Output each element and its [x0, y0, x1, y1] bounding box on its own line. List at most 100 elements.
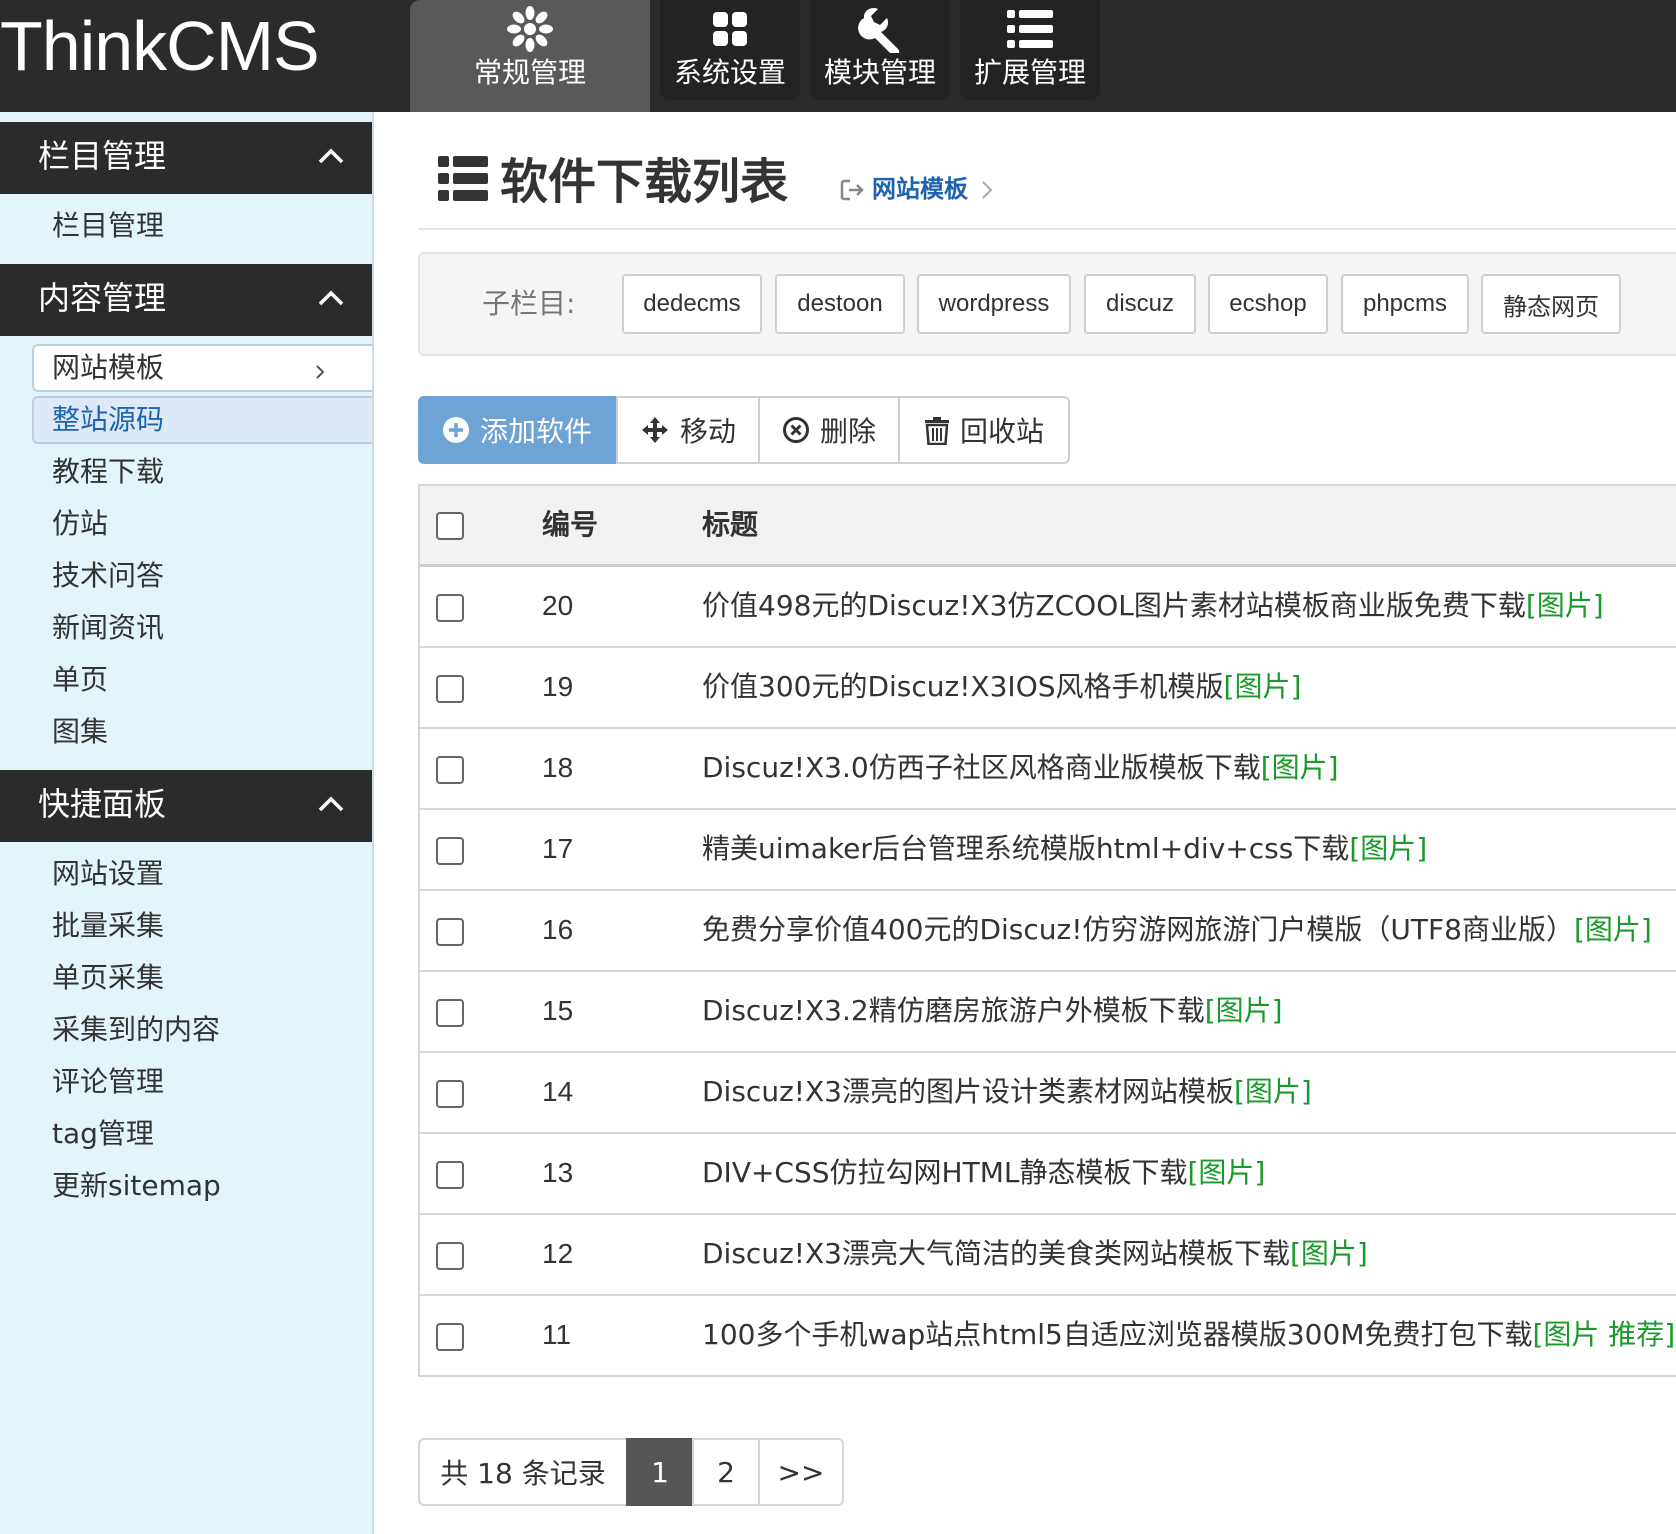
sidebar-item-comments[interactable]: 评论管理 — [52, 1062, 164, 1102]
nav-tab-general[interactable]: 常规管理 — [410, 0, 650, 112]
nav-tab-label: 系统设置 — [673, 56, 786, 89]
subcategory-ecshop[interactable]: ecshop — [1208, 274, 1328, 334]
row-checkbox[interactable] — [436, 1080, 464, 1108]
row-checkbox[interactable] — [436, 1323, 464, 1351]
select-all-checkbox[interactable] — [436, 512, 464, 540]
subcategory-wordpress[interactable]: wordpress — [917, 274, 1071, 334]
sidebar-item-collected-content[interactable]: 采集到的内容 — [52, 1010, 220, 1050]
row-id: 17 — [542, 833, 574, 864]
sidebar-item-column-management[interactable]: 栏目管理 — [52, 206, 164, 246]
sidebar-item-gallery[interactable]: 图集 — [52, 712, 108, 752]
chevron-up-icon — [318, 290, 344, 306]
recycle-bin-button[interactable]: 回收站 — [898, 396, 1070, 464]
row-id: 18 — [542, 752, 574, 783]
row-checkbox[interactable] — [436, 999, 464, 1027]
table-row: 20 价值498元的Discuz!X3仿ZCOOL图片素材站模板商业版免费下载[… — [420, 567, 1676, 648]
chevron-up-icon — [318, 148, 344, 164]
row-id: 15 — [542, 995, 574, 1026]
row-checkbox[interactable] — [436, 675, 464, 703]
row-title-cell: Discuz!X3.2精仿磨房旅游户外模板下载[图片] — [702, 992, 1283, 1030]
sidebar-item-single-collect[interactable]: 单页采集 — [52, 958, 164, 998]
move-arrows-icon — [641, 417, 668, 443]
breadcrumb-link[interactable]: 网站模板 — [872, 172, 968, 206]
section-title: 栏目管理 — [38, 137, 167, 175]
sidebar-item-single-page[interactable]: 单页 — [52, 660, 108, 700]
sidebar-item-tutorials[interactable]: 教程下载 — [52, 452, 164, 492]
subcategory-phpcms[interactable]: phpcms — [1341, 274, 1469, 334]
subcategory-static-pages[interactable]: 静态网页 — [1481, 274, 1621, 334]
table-row: 17 精美uimaker后台管理系统模版html+div+css下载[图片] — [420, 810, 1676, 891]
row-id: 19 — [542, 671, 574, 702]
row-title-link[interactable]: Discuz!X3漂亮的图片设计类素材网站模板 — [702, 1075, 1234, 1108]
row-title-link[interactable]: Discuz!X3漂亮大气简洁的美食类网站模板下载 — [702, 1237, 1290, 1270]
row-checkbox[interactable] — [436, 594, 464, 622]
row-checkbox[interactable] — [436, 1161, 464, 1189]
table-row: 19 价值300元的Discuz!X3IOS风格手机模版[图片] — [420, 648, 1676, 729]
delete-button[interactable]: 删除 — [758, 396, 900, 464]
delete-label: 删除 — [819, 415, 876, 448]
row-title-link[interactable]: Discuz!X3.2精仿磨房旅游户外模板下载 — [702, 994, 1205, 1027]
sidebar-item-tech-qa[interactable]: 技术问答 — [52, 556, 164, 596]
sidebar-section-quick-panel[interactable]: 快捷面板 — [0, 770, 372, 842]
row-title-link[interactable]: 精美uimaker后台管理系统模版html+div+css下载 — [702, 832, 1349, 865]
add-software-button[interactable]: 添加软件 — [418, 396, 616, 464]
table-row: 18 Discuz!X3.0仿西子社区风格商业版模板下载[图片] — [420, 729, 1676, 810]
row-id: 11 — [542, 1319, 572, 1350]
sidebar-item-site-clone[interactable]: 仿站 — [52, 504, 108, 544]
chevron-right-icon — [982, 181, 993, 199]
row-title-link[interactable]: 价值498元的Discuz!X3仿ZCOOL图片素材站模板商业版免费下载 — [702, 589, 1526, 622]
list-icon — [960, 0, 1100, 58]
plus-circle-icon — [442, 417, 469, 443]
subcategory-destoon[interactable]: destoon — [775, 274, 905, 334]
subcategory-discuz[interactable]: discuz — [1084, 274, 1196, 334]
nav-tab-extensions[interactable]: 扩展管理 — [960, 0, 1100, 100]
sidebar-item-tag-management[interactable]: tag管理 — [52, 1114, 154, 1154]
row-title-cell: 价值300元的Discuz!X3IOS风格手机模版[图片] — [702, 668, 1301, 706]
row-title-cell: 免费分享价值400元的Discuz!仿穷游网旅游门户模版（UTF8商业版）[图片… — [702, 911, 1652, 949]
row-id: 13 — [542, 1157, 574, 1188]
table-header: 编号 标题 — [420, 486, 1676, 567]
row-title-cell: DIV+CSS仿拉勾网HTML静态模板下载[图片] — [702, 1154, 1265, 1192]
row-title-link[interactable]: DIV+CSS仿拉勾网HTML静态模板下载 — [702, 1156, 1187, 1189]
sidebar-item-website-templates[interactable]: 网站模板 — [52, 348, 164, 388]
table-row: 13 DIV+CSS仿拉勾网HTML静态模板下载[图片] — [420, 1134, 1676, 1215]
row-title-link[interactable]: 价值300元的Discuz!X3IOS风格手机模版 — [702, 670, 1224, 703]
sidebar-item-batch-collect[interactable]: 批量采集 — [52, 906, 164, 946]
table-row: 14 Discuz!X3漂亮的图片设计类素材网站模板[图片] — [420, 1053, 1676, 1134]
section-title: 快捷面板 — [38, 785, 167, 823]
sidebar-section-column-management[interactable]: 栏目管理 — [0, 122, 372, 194]
row-title-link[interactable]: Discuz!X3.0仿西子社区风格商业版模板下载 — [702, 751, 1261, 784]
wrench-icon — [810, 0, 950, 58]
table-row: 11 100多个手机wap站点html5自适应浏览器模版300M免费打包下载[图… — [420, 1296, 1676, 1375]
move-button[interactable]: 移动 — [616, 396, 760, 464]
subcategory-dedecms[interactable]: dedecms — [622, 274, 762, 334]
row-checkbox[interactable] — [436, 837, 464, 865]
nav-tab-label: 常规管理 — [473, 56, 586, 89]
list-icon — [438, 156, 488, 201]
nav-tab-system-settings[interactable]: 系统设置 — [660, 0, 800, 100]
row-title-link[interactable]: 100多个手机wap站点html5自适应浏览器模版300M免费打包下载 — [702, 1318, 1532, 1351]
nav-tab-module-management[interactable]: 模块管理 — [810, 0, 950, 100]
logo: ThinkCMS — [0, 7, 320, 85]
row-title-cell: Discuz!X3漂亮的图片设计类素材网站模板[图片] — [702, 1073, 1312, 1111]
sidebar-item-news[interactable]: 新闻资讯 — [52, 608, 164, 648]
sidebar-item-site-settings[interactable]: 网站设置 — [52, 854, 164, 894]
row-tag: [图片] — [1290, 1237, 1368, 1270]
row-checkbox[interactable] — [436, 1242, 464, 1270]
row-title-link[interactable]: 免费分享价值400元的Discuz!仿穷游网旅游门户模版（UTF8商业版） — [702, 913, 1574, 946]
move-label: 移动 — [679, 415, 736, 448]
page-button-2[interactable]: 2 — [692, 1438, 760, 1506]
chevron-up-icon — [318, 796, 344, 812]
row-id: 12 — [542, 1238, 574, 1269]
sidebar-item-full-source[interactable]: 整站源码 — [52, 400, 164, 440]
sidebar-item-update-sitemap[interactable]: 更新sitemap — [52, 1166, 221, 1206]
row-tag: [图片] — [1260, 751, 1339, 784]
row-checkbox[interactable] — [436, 756, 464, 784]
column-header-id: 编号 — [542, 508, 599, 541]
page-button-1[interactable]: 1 — [626, 1438, 694, 1506]
row-checkbox[interactable] — [436, 918, 464, 946]
signout-icon — [840, 179, 864, 201]
next-page-button[interactable]: >> — [758, 1438, 844, 1506]
sidebar-section-content-management[interactable]: 内容管理 — [0, 264, 372, 336]
chevron-right-icon — [316, 365, 325, 379]
